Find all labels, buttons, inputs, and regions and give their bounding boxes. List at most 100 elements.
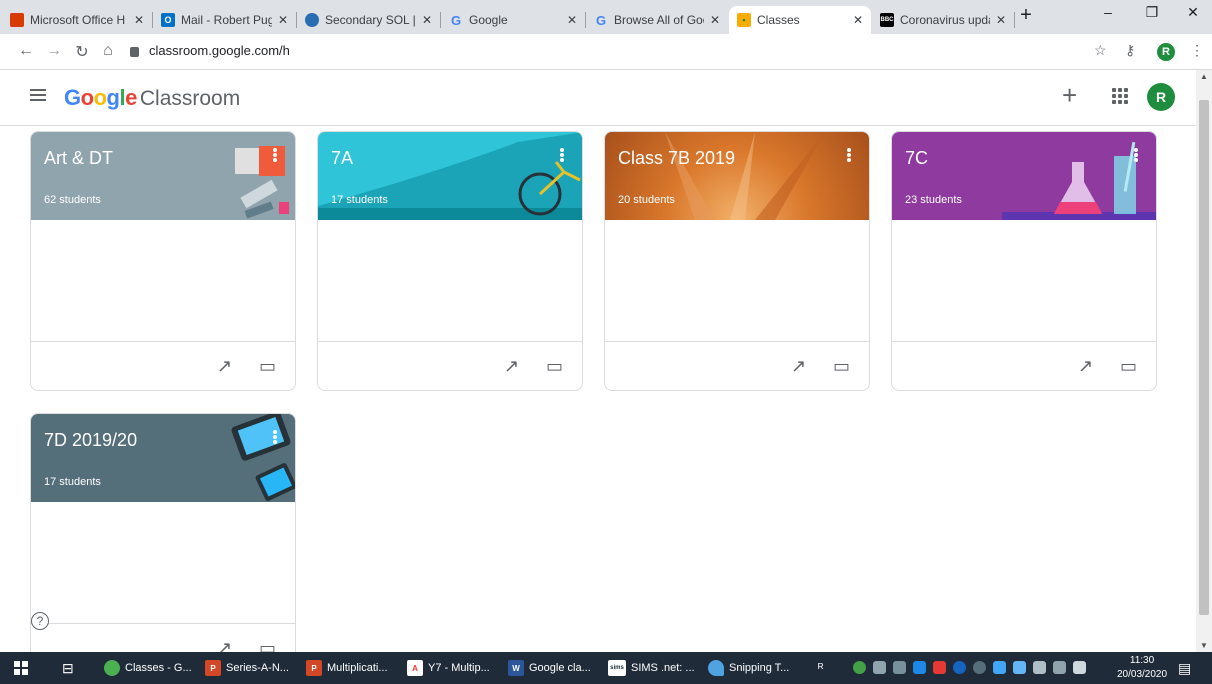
more-options-icon[interactable] (847, 148, 851, 162)
bookmark-star-icon[interactable]: ☆ (1094, 42, 1107, 59)
browser-tab[interactable]: BBC Coronavirus updat ✕ (872, 6, 1014, 34)
main-menu-icon[interactable] (30, 89, 46, 101)
class-card[interactable]: 7A 17 students ↗ ▭ (317, 131, 583, 391)
close-icon[interactable]: ✕ (710, 13, 720, 27)
people-icon[interactable]: ᴿ (818, 652, 823, 684)
taskbar-item[interactable]: sims SIMS .net: ... (608, 652, 695, 684)
add-class-icon[interactable]: + (1062, 80, 1077, 111)
minimize-button[interactable]: – (1093, 4, 1123, 20)
google-icon: G (595, 12, 607, 28)
browser-tab[interactable]: Secondary SOL | W ✕ (297, 6, 440, 34)
trending-icon[interactable]: ↗ (791, 356, 806, 377)
folder-icon[interactable]: ▭ (259, 356, 276, 377)
close-icon[interactable]: ✕ (278, 13, 288, 27)
browser-tab[interactable]: Microsoft Office H ✕ (2, 6, 152, 34)
volume-icon[interactable] (1073, 661, 1086, 674)
more-options-icon[interactable] (1134, 148, 1138, 162)
taskbar-item[interactable]: P Series-A-N... (205, 652, 289, 684)
key-icon[interactable]: ⚷ (1125, 42, 1135, 59)
reload-icon[interactable]: ↻ (72, 42, 92, 62)
scrollbar-thumb[interactable] (1199, 100, 1209, 615)
tray-app-icon[interactable] (1013, 661, 1026, 674)
scroll-down-icon[interactable]: ▼ (1200, 641, 1208, 650)
close-icon[interactable]: ✕ (853, 13, 863, 27)
apps-grid-icon[interactable] (1112, 88, 1128, 104)
browser-tab[interactable]: G Browse All of Goo ✕ (586, 6, 728, 34)
class-card[interactable]: Art & DT 62 students ↗ ▭ (30, 131, 296, 391)
close-icon[interactable]: ✕ (422, 13, 432, 27)
class-card[interactable]: Class 7B 2019 20 students ↗ ▭ (604, 131, 870, 391)
close-icon[interactable]: ✕ (996, 13, 1006, 27)
browser-menu-icon[interactable]: ⋮ (1190, 42, 1204, 59)
taskbar-item[interactable]: Classes - G... (104, 652, 192, 684)
page-scrollbar[interactable]: ▲ ▼ (1196, 70, 1212, 652)
class-card[interactable]: 7C 23 students ↗ ▭ (891, 131, 1157, 391)
home-icon[interactable]: ⌂ (98, 42, 118, 60)
taskbar-item[interactable]: W Google cla... (508, 652, 591, 684)
close-icon[interactable]: ✕ (567, 13, 577, 27)
brand-logo[interactable]: Google Classroom (64, 85, 240, 111)
folder-icon[interactable]: ▭ (1120, 356, 1137, 377)
lock-icon (130, 46, 139, 57)
card-footer: ↗ ▭ (605, 342, 869, 390)
taskbar-item[interactable]: Snipping T... (708, 652, 789, 684)
battery-icon[interactable] (1033, 661, 1046, 674)
taskbar-item[interactable]: P Multiplicati... (306, 652, 388, 684)
windows-start-icon[interactable] (14, 652, 28, 684)
new-tab-button[interactable]: + (1011, 4, 1041, 27)
account-avatar[interactable]: R (1147, 83, 1175, 111)
card-header[interactable]: 7D 2019/20 17 students (31, 414, 295, 502)
tray-app-icon[interactable] (933, 661, 946, 674)
tray-app-icon[interactable] (853, 661, 866, 674)
more-options-icon[interactable] (560, 148, 564, 162)
url-field[interactable]: classroom.google.com/h (130, 43, 290, 58)
trending-icon[interactable]: ↗ (504, 356, 519, 377)
science-flask-illustration (1002, 142, 1156, 220)
card-body (892, 220, 1156, 342)
card-header[interactable]: 7A 17 students (318, 132, 582, 220)
class-title[interactable]: Art & DT (44, 148, 113, 169)
taskbar-item[interactable]: A Y7 - Multip... (407, 652, 490, 684)
forward-icon[interactable]: → (44, 42, 64, 60)
card-header[interactable]: 7C 23 students (892, 132, 1156, 220)
close-icon[interactable]: ✕ (134, 13, 144, 27)
scroll-up-icon[interactable]: ▲ (1200, 72, 1208, 81)
card-header[interactable]: Class 7B 2019 20 students (605, 132, 869, 220)
bluetooth-icon[interactable] (953, 661, 966, 674)
wifi-icon[interactable] (1053, 661, 1066, 674)
tray-app-icon[interactable] (993, 661, 1006, 674)
browser-tab-active[interactable]: ▪ Classes ✕ (729, 6, 871, 34)
trending-icon[interactable]: ↗ (217, 356, 232, 377)
restore-button[interactable]: ❐ (1137, 4, 1167, 21)
tray-app-icon[interactable] (873, 661, 886, 674)
folder-icon[interactable]: ▭ (259, 638, 276, 652)
card-header[interactable]: Art & DT 62 students (31, 132, 295, 220)
tray-app-icon[interactable] (913, 661, 926, 674)
tray-app-icon[interactable] (893, 661, 906, 674)
task-view-icon[interactable]: ⊟ (62, 652, 74, 684)
window-close-button[interactable]: ✕ (1178, 4, 1208, 21)
class-card[interactable]: 7D 2019/20 17 students ↗ ▭ (30, 413, 296, 652)
trending-icon[interactable]: ↗ (217, 638, 232, 652)
class-title[interactable]: Class 7B 2019 (618, 148, 735, 169)
taskbar-item-label: SIMS .net: ... (631, 662, 695, 674)
class-title[interactable]: 7D 2019/20 (44, 430, 137, 451)
help-icon[interactable]: ? (31, 612, 49, 630)
notifications-icon[interactable]: ▤ (1178, 652, 1191, 684)
powerpoint-icon: P (306, 660, 322, 676)
trending-icon[interactable]: ↗ (1078, 356, 1093, 377)
more-options-icon[interactable] (273, 430, 277, 444)
taskbar-clock[interactable]: 11:30 20/03/2020 (1117, 654, 1167, 682)
profile-avatar[interactable]: R (1157, 43, 1175, 61)
folder-icon[interactable]: ▭ (833, 356, 850, 377)
browser-tab[interactable]: G Google ✕ (441, 6, 585, 34)
tab-label: Classes (757, 13, 800, 27)
folder-icon[interactable]: ▭ (546, 356, 563, 377)
class-title[interactable]: 7A (331, 148, 353, 169)
tray-app-icon[interactable] (973, 661, 986, 674)
back-icon[interactable]: ← (16, 42, 36, 60)
browser-tab[interactable]: O Mail - Robert Pugh ✕ (153, 6, 296, 34)
sims-icon: sims (608, 660, 626, 676)
class-title[interactable]: 7C (905, 148, 928, 169)
more-options-icon[interactable] (273, 148, 277, 162)
